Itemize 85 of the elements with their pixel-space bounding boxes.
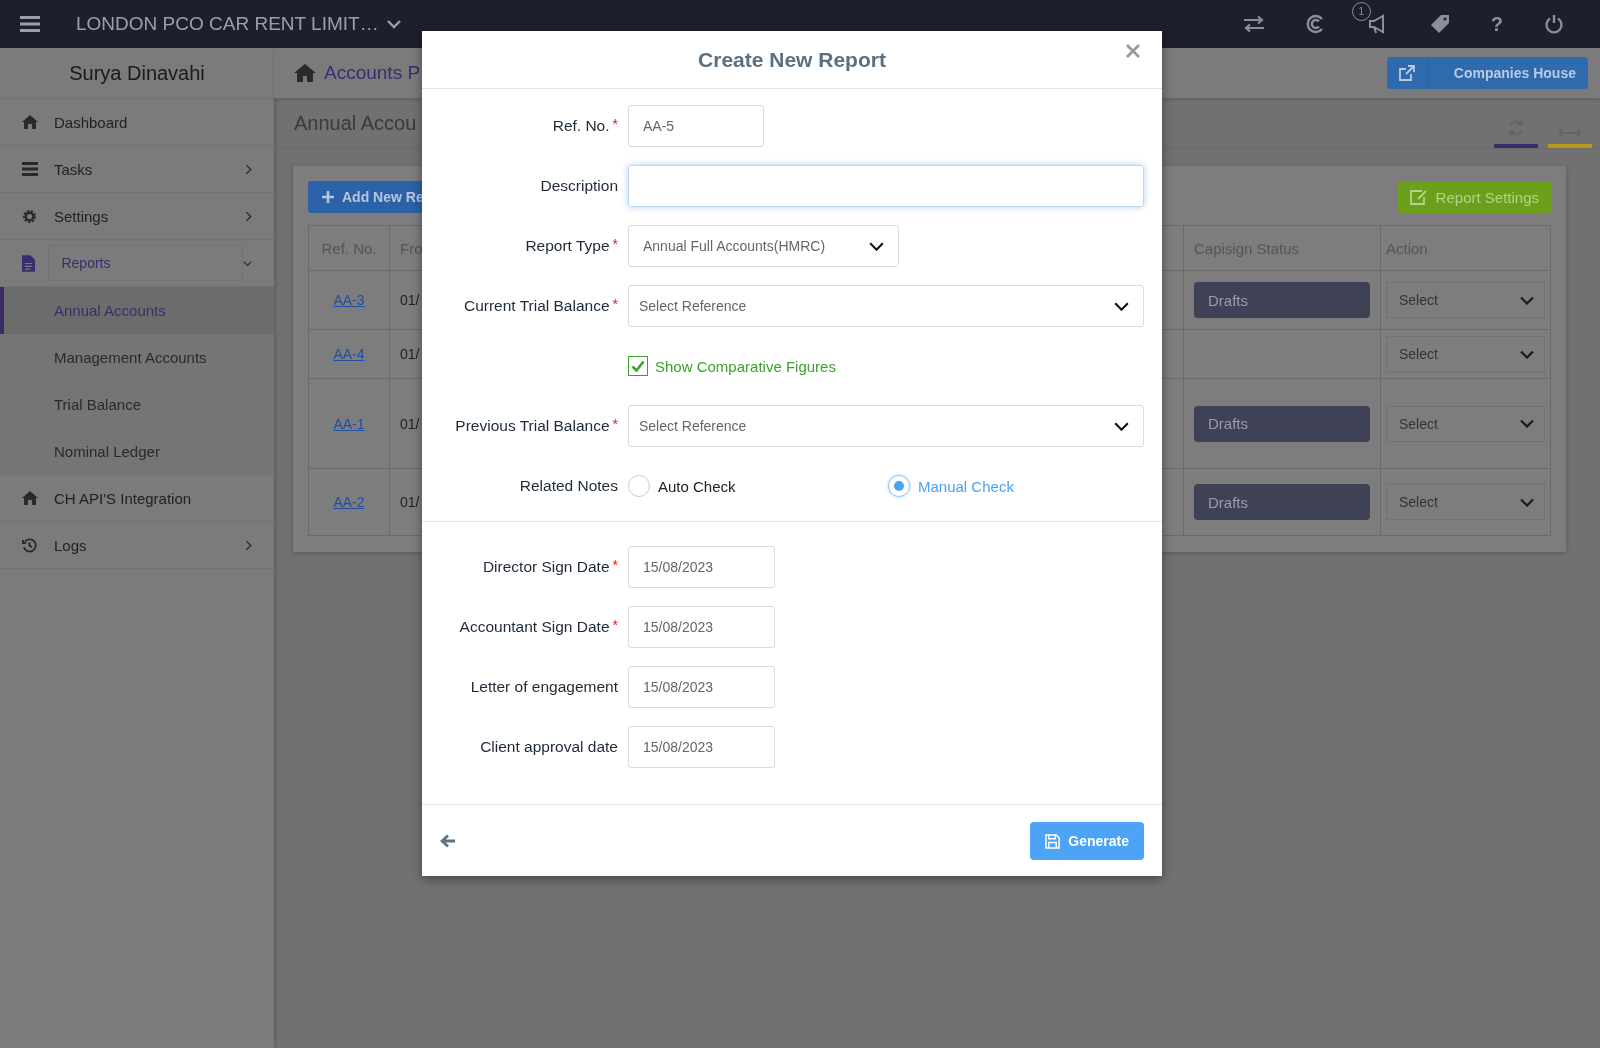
home-icon [294,64,316,82]
nav-item[interactable]: CH API'S Integration [0,475,274,522]
plus-icon [322,191,334,203]
field-label: Accountant Sign Date [459,618,610,636]
required-mark: * [612,117,618,131]
nav-item[interactable]: Tasks [0,146,274,193]
action-select[interactable]: Select [1386,405,1545,442]
field-label: Current Trial Balance [463,297,610,315]
chevron-down-icon[interactable] [386,19,401,29]
date-field[interactable]: 15/08/2023 [628,606,775,648]
menu-icon[interactable] [20,16,40,32]
c-icon[interactable] [1305,14,1326,34]
nav-item[interactable]: Settings [0,193,274,240]
chevron-down-icon [1520,419,1534,428]
company-selector[interactable]: LONDON PCO CAR RENT LIMIT… [76,13,379,35]
status-label: Drafts [1194,484,1370,520]
table-cell: 01/ [400,346,420,362]
close-icon[interactable] [1126,44,1140,58]
power-icon[interactable] [1544,14,1564,34]
field-label: Report Type [525,237,610,255]
report-link[interactable]: AA-4 [333,346,365,362]
required-mark: * [612,618,618,632]
swap-icon[interactable] [1242,16,1265,32]
nav-item[interactable]: Logs [0,522,274,569]
tag-icon[interactable] [1429,14,1450,34]
date-field[interactable]: 15/08/2023 [628,546,775,588]
required-mark: * [612,417,618,431]
ref-number-field[interactable]: AA-5 [628,105,764,147]
description-field[interactable] [628,165,1144,207]
nav-subitem[interactable]: Annual Accounts [0,287,274,334]
gear-icon [22,208,37,224]
nav-item[interactable]: Dashboard [0,99,274,146]
date-field[interactable]: 15/08/2023 [628,666,775,708]
document-icon [22,254,35,272]
status-label: Drafts [1194,282,1370,318]
generate-button[interactable]: Generate [1030,822,1144,860]
home-icon [22,491,38,505]
report-link[interactable]: AA-1 [333,415,365,432]
field-label: Letter of engagement [470,678,618,696]
report-link[interactable]: AA-2 [333,494,365,510]
table-cell: 01/ [400,292,420,308]
table-cell: 01/ [400,494,420,510]
reference-select[interactable]: Select Reference [628,405,1144,447]
field-label: Client approval date [480,738,618,756]
required-mark: * [612,297,618,311]
nav-subitem[interactable]: Management Accounts [4,334,274,381]
checkmark-icon [631,360,645,372]
table-cell: 01/ [400,415,420,432]
breadcrumb-link[interactable]: Accounts P [324,62,421,84]
chevron-down-icon [1114,301,1129,311]
date-field[interactable]: 15/08/2023 [628,726,775,768]
action-select[interactable]: Select [1386,336,1545,372]
chevron-down-icon [1520,497,1534,507]
action-select[interactable]: Select [1386,484,1545,520]
report-type-select[interactable]: Annual Full Accounts(HMRC) [628,225,899,267]
nav-subitem[interactable]: Trial Balance [4,381,274,428]
list-icon [22,162,38,176]
radio-option[interactable]: Auto Check [628,475,888,497]
report-link[interactable]: AA-3 [333,292,365,308]
history-icon [22,537,37,553]
dialog-title: Create New Report [698,47,886,72]
field-label: Previous Trial Balance [455,417,610,435]
action-select[interactable]: Select [1386,282,1545,318]
home-icon [22,115,38,129]
save-icon [1045,833,1061,849]
field-label: Director Sign Date [482,558,610,576]
help-button[interactable]: ? [1490,12,1503,36]
chevron-down-icon [869,241,884,251]
required-mark: * [612,237,618,251]
radio-option[interactable]: Manual Check [888,475,1148,497]
field-label: Description [540,177,618,195]
nav-subitem[interactable]: Nominal Ledger [4,428,274,475]
comparative-checkbox[interactable]: Show Comparative Figures [628,356,1144,376]
report-settings-button[interactable]: Report Settings [1397,181,1551,213]
field-label: Related Notes [519,477,618,495]
chevron-down-icon [1114,421,1129,431]
companies-house-button[interactable]: Companies House [1386,57,1588,89]
edit-icon [1409,189,1428,205]
required-mark: * [612,558,618,572]
chevron-down-icon [1520,349,1534,359]
status-label: Drafts [1194,405,1370,442]
chevron-down-icon [1520,295,1534,305]
reference-select[interactable]: Select Reference [628,285,1144,327]
field-label: Ref. No. [552,117,610,135]
back-arrow-icon[interactable] [440,834,456,848]
